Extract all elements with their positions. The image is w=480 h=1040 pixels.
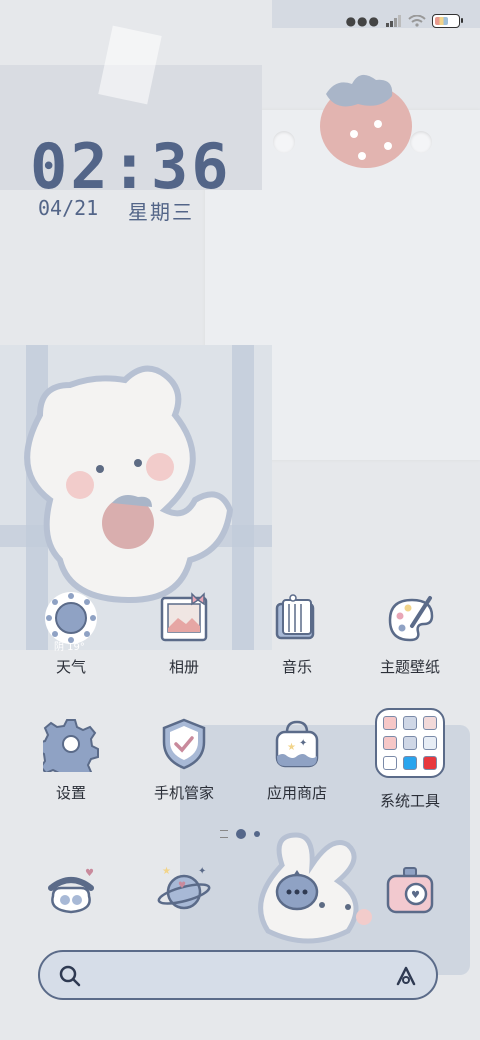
shopping-bag-icon: ★ ✦ — [275, 720, 319, 768]
palette-brush-icon — [388, 596, 434, 642]
assistant-a-icon[interactable] — [394, 964, 418, 988]
clock-weekday: 星期三 — [128, 200, 194, 224]
camera-icon: ♥ — [386, 867, 434, 914]
app-weather[interactable]: 天气 — [15, 590, 127, 677]
music-book-icon — [275, 594, 315, 640]
dock-phone[interactable]: ♥ — [15, 862, 127, 918]
strawberry-sticker — [320, 74, 412, 168]
chat-bubble-icon — [275, 870, 319, 911]
app-label: 音乐 — [281, 658, 312, 676]
weather-temp: 阴 19° — [54, 642, 85, 653]
svg-text:♥: ♥ — [178, 881, 186, 891]
app-label: 系统工具 — [379, 792, 440, 810]
app-settings[interactable]: 设置 — [15, 716, 127, 803]
status-bar: ●●● — [345, 11, 463, 31]
app-theme[interactable]: 主题壁纸 — [354, 590, 466, 677]
app-store[interactable]: ★ ✦ 应用商店 — [241, 716, 353, 803]
svg-text:★: ★ — [287, 742, 296, 753]
pager-lines-icon — [220, 830, 228, 838]
signal-bars-icon — [386, 15, 401, 27]
app-label: 手机管家 — [153, 784, 214, 802]
dock-planet[interactable]: ♥ ★ ✦ — [128, 862, 240, 918]
svg-text:★: ★ — [162, 866, 171, 877]
svg-text:♥: ♥ — [85, 868, 94, 879]
photo-album-icon — [160, 592, 208, 642]
app-label: 天气 — [55, 658, 86, 676]
shield-check-icon — [162, 718, 206, 770]
svg-text:✦: ✦ — [299, 738, 307, 749]
status-dots: ●●● — [345, 14, 380, 28]
wifi-icon — [408, 15, 426, 27]
planet-icon: ♥ ★ ✦ — [157, 866, 211, 910]
app-system-tools[interactable]: 系统工具 — [354, 708, 466, 811]
battery-icon — [432, 14, 463, 28]
app-music[interactable]: 音乐 — [241, 590, 353, 677]
app-label: 设置 — [55, 784, 86, 802]
app-album[interactable]: 相册 — [128, 590, 240, 677]
wallpaper-hole — [273, 131, 295, 153]
svg-text:♥: ♥ — [411, 890, 420, 901]
app-phone-manager[interactable]: 手机管家 — [128, 716, 240, 803]
pager-dot-active — [236, 829, 246, 839]
folder-grid-icon — [375, 708, 445, 778]
clock-time[interactable]: 02:36 — [30, 130, 232, 203]
telephone-icon: ♥ — [48, 868, 94, 914]
app-label: 相册 — [168, 658, 199, 676]
svg-text:✦: ✦ — [198, 866, 206, 877]
app-label: 应用商店 — [266, 784, 327, 802]
app-label: 主题壁纸 — [379, 658, 440, 676]
dock-messages[interactable] — [241, 862, 353, 918]
search-bar[interactable] — [38, 950, 438, 1000]
clock-date: 04/21 — [38, 196, 99, 220]
gear-icon — [43, 719, 99, 772]
dock-camera[interactable]: ♥ — [354, 862, 466, 918]
search-icon[interactable] — [58, 964, 82, 988]
